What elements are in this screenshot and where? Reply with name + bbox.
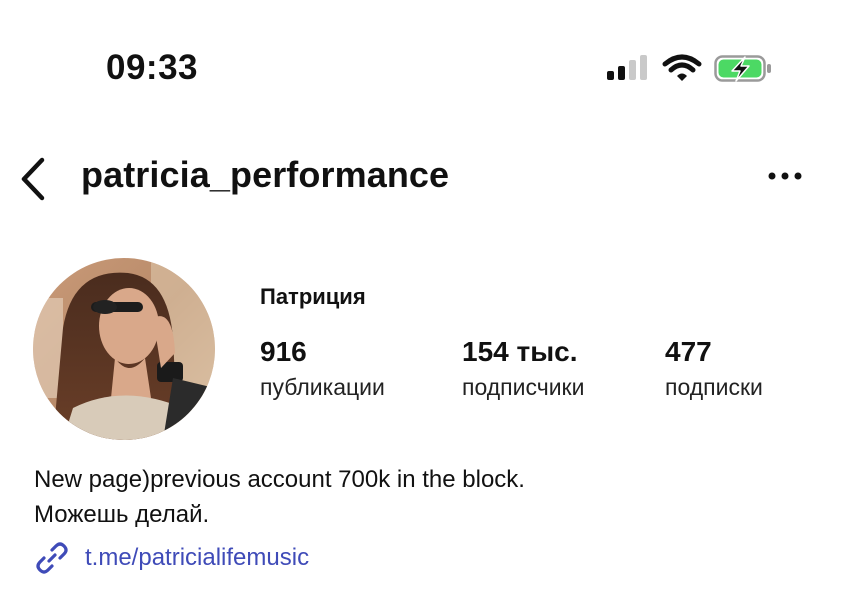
posts-label: публикации: [260, 374, 385, 400]
following-label: подписки: [665, 374, 763, 400]
link-icon: [36, 542, 68, 574]
bio-link-text[interactable]: t.me/patricialifemusic: [85, 544, 309, 572]
battery-charging-icon: [714, 55, 771, 82]
followers-count: 154 тыс.: [462, 336, 578, 367]
display-name: Патриция: [260, 284, 366, 309]
following-count: 477: [665, 336, 712, 367]
bio-link[interactable]: t.me/patricialifemusic: [34, 540, 309, 576]
ellipsis-icon: [768, 172, 802, 180]
bio-line: Можешь делай.: [34, 501, 210, 528]
wifi-icon: [662, 54, 702, 81]
followers-stat[interactable]: 154 тыс. подписчики: [462, 336, 584, 402]
cellular-signal-icon: [607, 55, 647, 80]
profile-screen: 09:33 patricia_performance Патриция 916 …: [0, 0, 845, 600]
status-time: 09:33: [106, 48, 199, 87]
back-button[interactable]: [16, 156, 50, 202]
profile-bio: New page)previous account 700k in the bl…: [34, 462, 525, 532]
chevron-left-icon: [21, 157, 45, 201]
more-options-button[interactable]: [766, 166, 806, 186]
following-stat[interactable]: 477 подписки: [665, 336, 763, 402]
profile-username: patricia_performance: [81, 154, 450, 195]
posts-stat[interactable]: 916 публикации: [260, 336, 385, 402]
bio-line: New page)previous account 700k in the bl…: [34, 466, 525, 493]
followers-label: подписчики: [462, 374, 585, 400]
posts-count: 916: [260, 336, 307, 367]
profile-avatar[interactable]: [33, 258, 215, 440]
